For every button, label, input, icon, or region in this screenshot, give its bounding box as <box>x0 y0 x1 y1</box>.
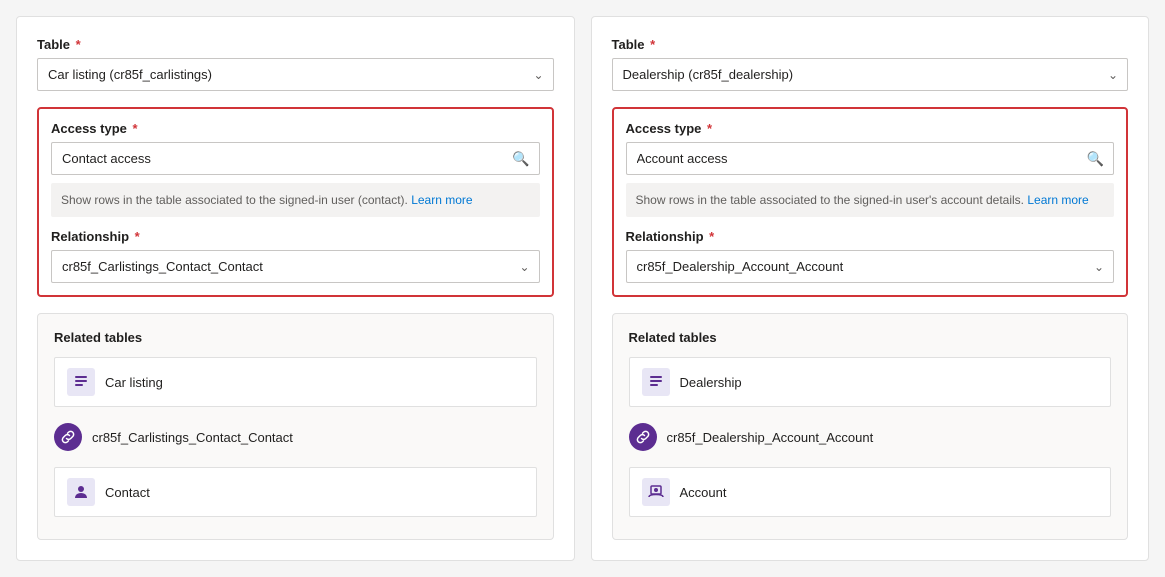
left-access-type-label: Access type * <box>51 121 540 136</box>
left-related-item-name-0: Car listing <box>105 375 163 390</box>
left-table-select[interactable]: Car listing (cr85f_carlistings) <box>37 58 554 91</box>
left-related-item-name-2: Contact <box>105 485 150 500</box>
right-access-type-label-text: Access type <box>626 121 702 136</box>
right-related-tables-section: Related tables Dealership <box>612 313 1129 540</box>
right-link-icon-1 <box>629 423 657 451</box>
left-relationship-select-wrapper: cr85f_Carlistings_Contact_Contact ⌄ <box>51 250 540 283</box>
right-access-type-search-wrapper: 🔍 <box>626 142 1115 175</box>
left-link-icon-1 <box>54 423 82 451</box>
right-related-tables-title: Related tables <box>629 330 1112 345</box>
left-table-label-text: Table <box>37 37 70 52</box>
right-related-item-2: Account <box>629 467 1112 517</box>
left-learn-more-link[interactable]: Learn more <box>411 193 472 207</box>
right-related-item-name-1: cr85f_Dealership_Account_Account <box>667 430 874 445</box>
left-related-item-0: Car listing <box>54 357 537 407</box>
left-related-item-2: Contact <box>54 467 537 517</box>
left-relationship-label: Relationship * <box>51 229 540 244</box>
right-info-bar: Show rows in the table associated to the… <box>626 183 1115 217</box>
right-panel: Table * Dealership (cr85f_dealership) ⌄ … <box>591 16 1150 561</box>
right-access-type-box: Access type * 🔍 Show rows in the table a… <box>612 107 1129 297</box>
left-info-text: Show rows in the table associated to the… <box>61 193 408 207</box>
left-access-type-search-wrapper: 🔍 <box>51 142 540 175</box>
right-table-icon-0 <box>642 368 670 396</box>
left-table-label: Table * <box>37 37 554 52</box>
right-table-select[interactable]: Dealership (cr85f_dealership) <box>612 58 1129 91</box>
left-relationship-label-text: Relationship <box>51 229 129 244</box>
right-related-item-name-2: Account <box>680 485 727 500</box>
left-related-item-1: cr85f_Carlistings_Contact_Contact <box>54 413 537 461</box>
left-related-item-name-1: cr85f_Carlistings_Contact_Contact <box>92 430 293 445</box>
right-account-icon-2 <box>642 478 670 506</box>
right-related-item-name-0: Dealership <box>680 375 742 390</box>
main-container: Table * Car listing (cr85f_carlistings) … <box>16 16 1149 561</box>
right-relationship-select[interactable]: cr85f_Dealership_Account_Account <box>626 250 1115 283</box>
right-table-label: Table * <box>612 37 1129 52</box>
left-contact-icon-2 <box>67 478 95 506</box>
left-relationship-select[interactable]: cr85f_Carlistings_Contact_Contact <box>51 250 540 283</box>
right-access-type-input[interactable] <box>626 142 1115 175</box>
left-related-tables-section: Related tables Car listing <box>37 313 554 540</box>
right-access-type-label: Access type * <box>626 121 1115 136</box>
right-relationship-label: Relationship * <box>626 229 1115 244</box>
left-info-bar: Show rows in the table associated to the… <box>51 183 540 217</box>
right-table-label-text: Table <box>612 37 645 52</box>
left-table-icon-0 <box>67 368 95 396</box>
right-info-text: Show rows in the table associated to the… <box>636 193 1025 207</box>
right-relationship-label-text: Relationship <box>626 229 704 244</box>
left-access-type-label-text: Access type <box>51 121 127 136</box>
left-access-type-box: Access type * 🔍 Show rows in the table a… <box>37 107 554 297</box>
left-table-select-wrapper: Car listing (cr85f_carlistings) ⌄ <box>37 58 554 91</box>
right-relationship-select-wrapper: cr85f_Dealership_Account_Account ⌄ <box>626 250 1115 283</box>
right-table-select-wrapper: Dealership (cr85f_dealership) ⌄ <box>612 58 1129 91</box>
left-panel: Table * Car listing (cr85f_carlistings) … <box>16 16 575 561</box>
left-related-tables-title: Related tables <box>54 330 537 345</box>
right-related-item-1: cr85f_Dealership_Account_Account <box>629 413 1112 461</box>
left-access-type-input[interactable] <box>51 142 540 175</box>
right-learn-more-link[interactable]: Learn more <box>1027 193 1088 207</box>
right-related-item-0: Dealership <box>629 357 1112 407</box>
